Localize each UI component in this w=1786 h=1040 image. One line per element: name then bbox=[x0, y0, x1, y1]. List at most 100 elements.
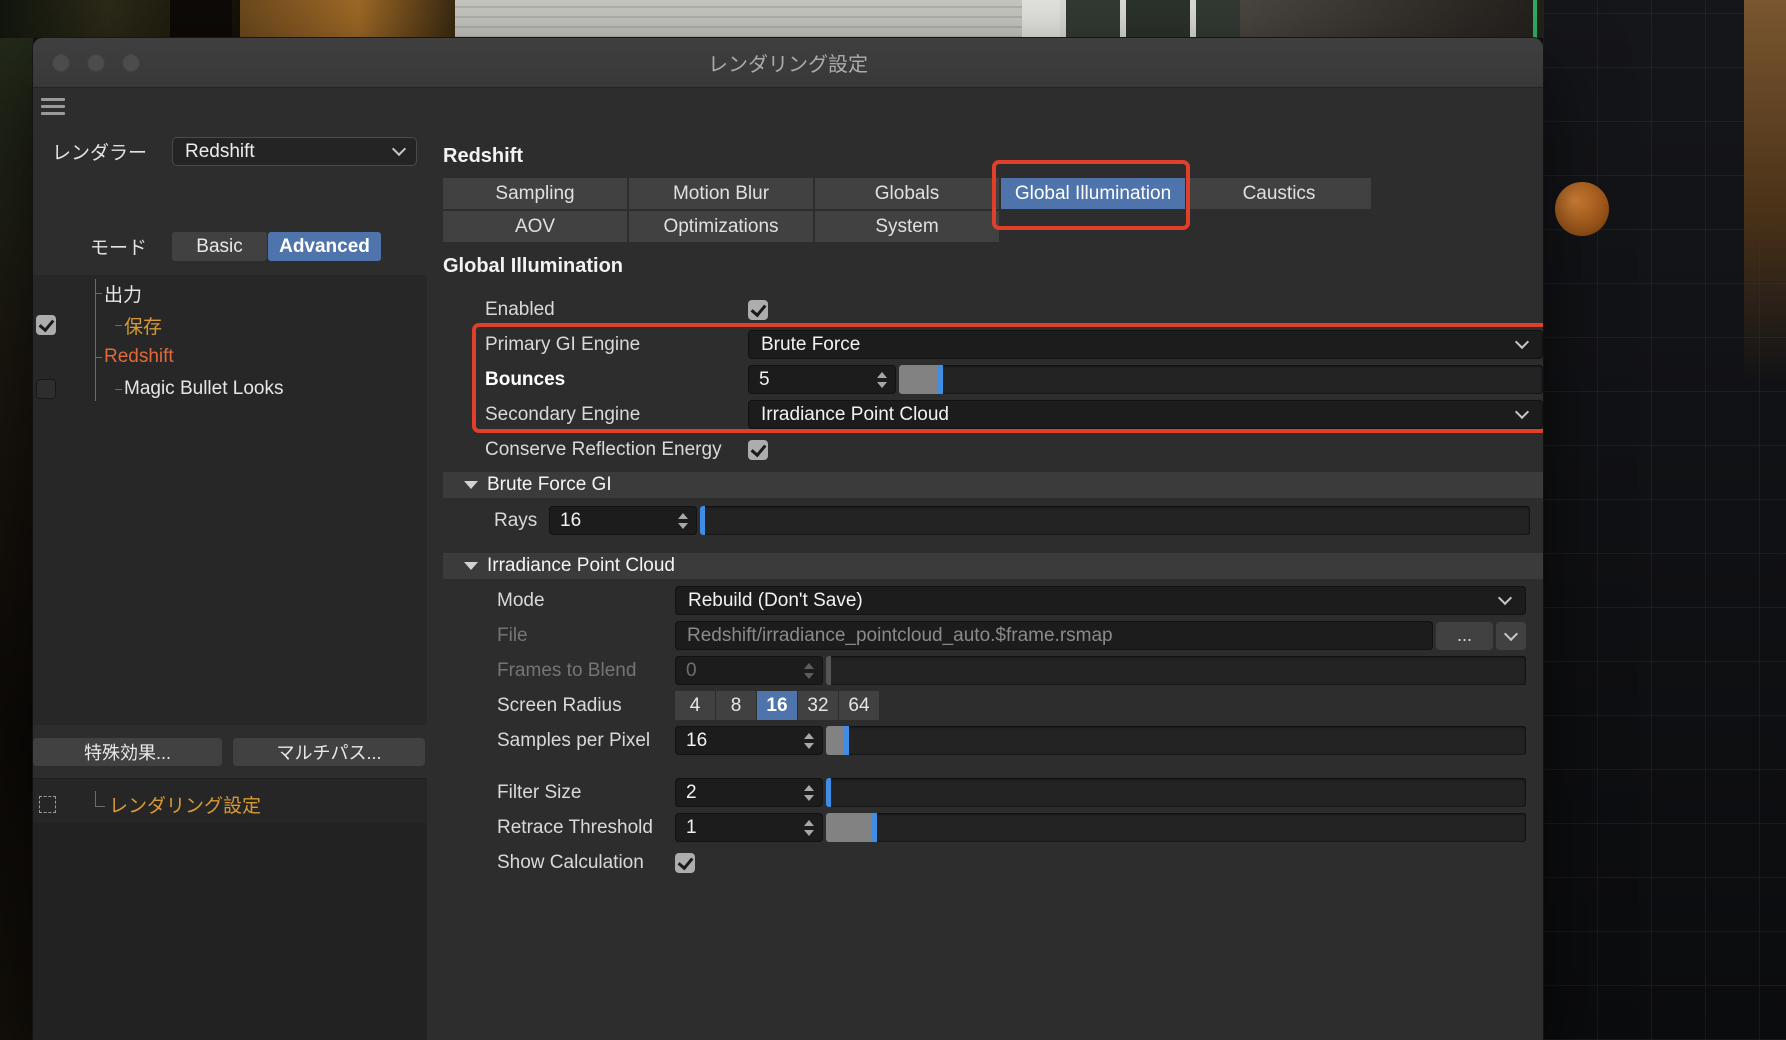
file-browse-button[interactable]: ... bbox=[1436, 622, 1493, 650]
bounces-label: Bounces bbox=[443, 369, 748, 391]
multipass-button[interactable]: マルチパス... bbox=[233, 738, 425, 766]
rays-stepper[interactable] bbox=[675, 513, 691, 529]
sidebar: レンダラー Redshift モード Basic Advanced 出力 bbox=[33, 88, 427, 1039]
row-frames-to-blend: Frames to Blend 0 bbox=[443, 653, 1543, 688]
tab-globals[interactable]: Globals bbox=[815, 178, 999, 209]
conserve-reflection-energy-checkbox[interactable] bbox=[748, 440, 768, 460]
file-path-field[interactable]: Redshift/irradiance_pointcloud_auto.$fra… bbox=[675, 621, 1433, 650]
primary-gi-engine-dropdown[interactable]: Brute Force bbox=[748, 330, 1543, 359]
irradiance-point-cloud-section-header[interactable]: Irradiance Point Cloud bbox=[443, 553, 1543, 579]
screen-radius-4-button[interactable]: 4 bbox=[675, 691, 715, 720]
rays-label: Rays bbox=[443, 510, 549, 532]
slider-handle[interactable] bbox=[700, 506, 705, 535]
screen-radius-8-button[interactable]: 8 bbox=[716, 691, 756, 720]
bounces-field[interactable]: 5 bbox=[748, 365, 896, 394]
enabled-checkbox[interactable] bbox=[748, 300, 768, 320]
mode-advanced-button[interactable]: Advanced bbox=[268, 232, 381, 261]
chevron-down-icon bbox=[1515, 335, 1529, 349]
redshift-tabs: Sampling Motion Blur Globals Global Illu… bbox=[443, 178, 1373, 242]
collapse-triangle-icon bbox=[464, 481, 478, 489]
slider-handle[interactable] bbox=[872, 813, 877, 842]
slider-handle[interactable] bbox=[826, 656, 831, 685]
bounces-stepper[interactable] bbox=[874, 372, 890, 388]
screen-radius-64-button[interactable]: 64 bbox=[839, 691, 879, 720]
samples-per-pixel-stepper[interactable] bbox=[801, 733, 817, 749]
tree-item-redshift[interactable]: Redshift bbox=[33, 341, 427, 373]
tab-aov[interactable]: AOV bbox=[443, 211, 627, 242]
tab-system[interactable]: System bbox=[815, 211, 999, 242]
show-calculation-label: Show Calculation bbox=[443, 852, 675, 874]
filter-size-label: Filter Size bbox=[443, 782, 675, 804]
chevron-down-icon bbox=[1498, 591, 1512, 605]
render-settings-label: レンダリング設定 bbox=[109, 791, 261, 818]
wall-object bbox=[1744, 0, 1786, 380]
close-button[interactable] bbox=[52, 54, 70, 72]
file-path-value: Redshift/irradiance_pointcloud_auto.$fra… bbox=[687, 625, 1113, 647]
slider-handle[interactable] bbox=[844, 726, 849, 755]
row-show-calculation: Show Calculation bbox=[443, 845, 1543, 880]
magic-bullet-checkbox[interactable] bbox=[36, 379, 56, 399]
samples-per-pixel-field[interactable]: 16 bbox=[675, 726, 823, 755]
renderer-value: Redshift bbox=[185, 141, 255, 163]
effects-button[interactable]: 特殊効果... bbox=[33, 738, 222, 766]
menu-icon[interactable] bbox=[41, 98, 65, 117]
mode-dropdown[interactable]: Rebuild (Don't Save) bbox=[675, 586, 1526, 615]
settings-panel: Redshift Sampling Motion Blur Globals Gl… bbox=[427, 88, 1543, 1039]
screen-radius-32-button[interactable]: 32 bbox=[798, 691, 838, 720]
filter-size-value: 2 bbox=[686, 782, 697, 804]
samples-per-pixel-slider[interactable] bbox=[826, 726, 1526, 755]
file-options-button[interactable] bbox=[1496, 622, 1526, 650]
section-title: Global Illumination bbox=[443, 254, 1543, 278]
viewport-top-strip bbox=[0, 0, 1543, 38]
tree-item-magic-bullet-looks[interactable]: Magic Bullet Looks bbox=[33, 373, 427, 405]
primary-gi-engine-value: Brute Force bbox=[761, 334, 860, 356]
tree-trunk bbox=[170, 0, 232, 38]
tab-global-illumination[interactable]: Global Illumination bbox=[1001, 178, 1185, 209]
file-label: File bbox=[443, 625, 675, 647]
screen-radius-label: Screen Radius bbox=[443, 695, 675, 717]
renderer-heading: Redshift bbox=[443, 144, 1543, 168]
brute-force-gi-section-header[interactable]: Brute Force GI bbox=[443, 472, 1543, 498]
frames-to-blend-field[interactable]: 0 bbox=[675, 656, 823, 685]
filter-size-slider[interactable] bbox=[826, 778, 1526, 807]
screen-radius-16-button[interactable]: 16 bbox=[757, 691, 797, 720]
tree-item-output[interactable]: 出力 bbox=[33, 277, 427, 309]
show-calculation-checkbox[interactable] bbox=[675, 853, 695, 873]
row-samples-per-pixel: Samples per Pixel 16 bbox=[443, 723, 1543, 758]
collapse-triangle-icon bbox=[464, 562, 478, 570]
save-checkbox[interactable] bbox=[36, 315, 56, 335]
mode-basic-button[interactable]: Basic bbox=[172, 232, 267, 261]
rays-field[interactable]: 16 bbox=[549, 506, 697, 535]
renderer-dropdown[interactable]: Redshift bbox=[172, 137, 417, 166]
mode-label: モード bbox=[33, 233, 160, 260]
row-conserve-reflection-energy: Conserve Reflection Energy bbox=[443, 432, 1543, 467]
tree-item-save[interactable]: 保存 bbox=[33, 309, 427, 341]
filter-size-field[interactable]: 2 bbox=[675, 778, 823, 807]
zoom-button[interactable] bbox=[122, 54, 140, 72]
house-shadow bbox=[1240, 0, 1543, 38]
retrace-threshold-field[interactable]: 1 bbox=[675, 813, 823, 842]
minimize-button[interactable] bbox=[87, 54, 105, 72]
render-settings-tree: 出力 保存 Redshift Magic Bullet Looks bbox=[33, 275, 427, 725]
bounces-slider[interactable] bbox=[899, 365, 1543, 394]
highlighted-parameter-group: Primary GI Engine Brute Force Bounces 5 bbox=[443, 327, 1543, 432]
retrace-threshold-stepper[interactable] bbox=[801, 820, 817, 836]
filter-size-stepper[interactable] bbox=[801, 785, 817, 801]
traffic-lights bbox=[52, 54, 140, 72]
render-settings-item[interactable]: レンダリング設定 bbox=[33, 787, 427, 821]
secondary-engine-value: Irradiance Point Cloud bbox=[761, 404, 949, 426]
frames-to-blend-slider[interactable] bbox=[826, 656, 1526, 685]
row-mode: Mode Rebuild (Don't Save) bbox=[443, 583, 1543, 618]
tab-optimizations[interactable]: Optimizations bbox=[629, 211, 813, 242]
slider-handle[interactable] bbox=[826, 778, 831, 807]
tab-motion-blur[interactable]: Motion Blur bbox=[629, 178, 813, 209]
frames-to-blend-stepper[interactable] bbox=[801, 663, 817, 679]
tab-caustics[interactable]: Caustics bbox=[1187, 178, 1371, 209]
retrace-threshold-slider[interactable] bbox=[826, 813, 1526, 842]
sidebar-bottom-panel: レンダリング設定 bbox=[33, 778, 427, 1039]
secondary-engine-dropdown[interactable]: Irradiance Point Cloud bbox=[748, 400, 1543, 429]
titlebar: レンダリング設定 bbox=[33, 38, 1543, 88]
tab-sampling[interactable]: Sampling bbox=[443, 178, 627, 209]
slider-handle[interactable] bbox=[938, 365, 943, 394]
rays-slider[interactable] bbox=[700, 506, 1530, 535]
